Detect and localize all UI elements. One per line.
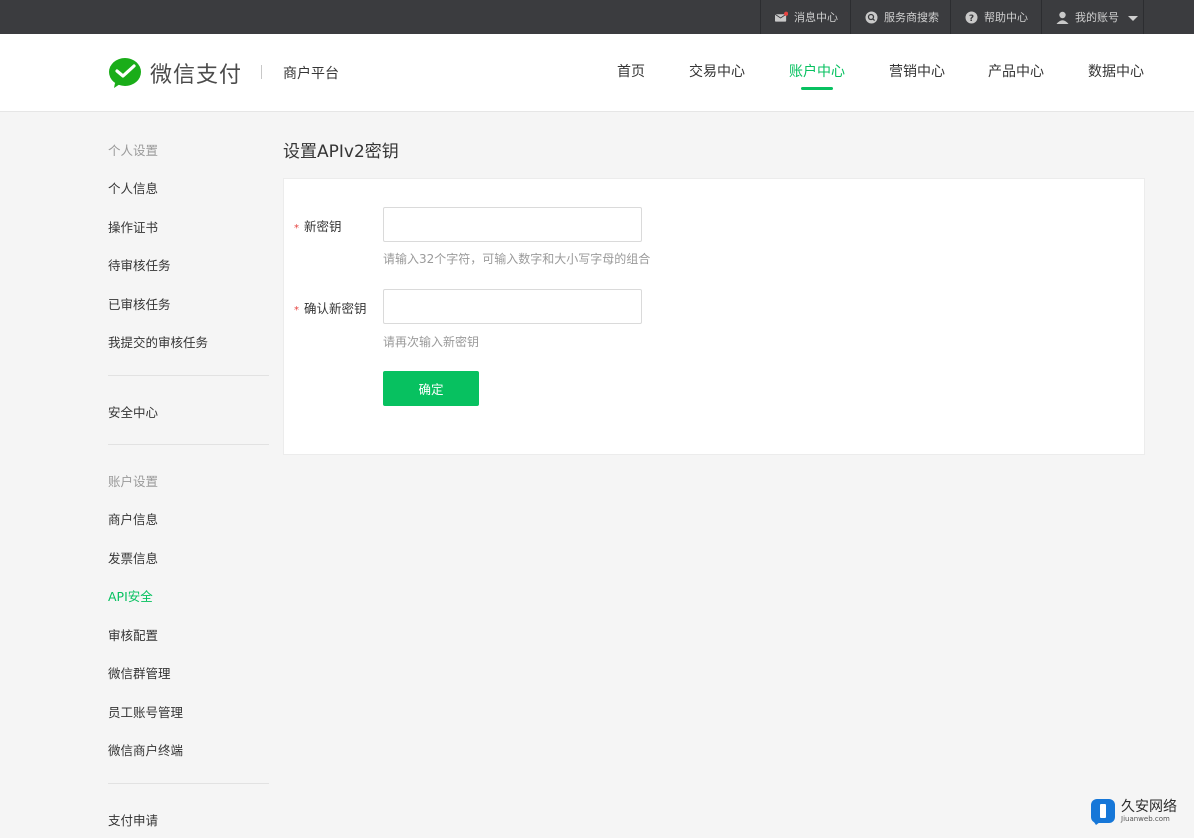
new-key-hint: 请输入32个字符，可输入数字和大小写字母的组合 <box>383 252 651 266</box>
confirm-key-label-text: 确认新密钥 <box>304 301 367 316</box>
sidebar-item-merchant-info[interactable]: 商户信息 <box>108 509 158 528</box>
nav-home[interactable]: 首页 <box>617 61 645 81</box>
account-label: 我的账号 <box>1075 11 1119 24</box>
watermark: 久安网络 Jiuanweb.com <box>1090 798 1177 826</box>
provider-search-link[interactable]: 服务商搜索 <box>850 0 950 34</box>
svg-text:?: ? <box>969 14 974 24</box>
page-title: 设置APIv2密钥 <box>283 142 399 162</box>
sidebar-item-review-config[interactable]: 审核配置 <box>108 625 158 644</box>
nav-products[interactable]: 产品中心 <box>988 61 1044 81</box>
nav-data[interactable]: 数据中心 <box>1088 61 1144 81</box>
wechat-pay-logo[interactable]: 微信支付 <box>108 57 242 89</box>
watermark-text: 久安网络 <box>1121 799 1177 815</box>
sidebar-item-wechat-group[interactable]: 微信群管理 <box>108 663 171 682</box>
user-icon <box>1056 11 1069 24</box>
sidebar-item-merchant-terminal[interactable]: 微信商户终端 <box>108 740 183 759</box>
mail-icon <box>775 11 788 22</box>
sidebar-item-security-center[interactable]: 安全中心 <box>108 402 158 421</box>
logo-divider <box>261 65 262 79</box>
new-key-input[interactable] <box>383 207 642 242</box>
new-key-label: * 新密钥 <box>294 216 342 235</box>
sidebar-item-payment-apply[interactable]: 支付申请 <box>108 810 158 829</box>
required-mark: * <box>294 305 299 316</box>
messages-label: 消息中心 <box>794 11 838 24</box>
sidebar-item-pending-tasks[interactable]: 待审核任务 <box>108 255 171 274</box>
confirm-button[interactable]: 确定 <box>383 371 479 406</box>
account-menu[interactable]: 我的账号 <box>1041 0 1144 34</box>
nav-marketing[interactable]: 营销中心 <box>889 61 945 81</box>
sidebar-item-reviewed-tasks[interactable]: 已审核任务 <box>108 294 171 313</box>
wechat-pay-logo-icon <box>109 58 141 88</box>
watermark-logo-icon <box>1091 799 1115 825</box>
confirm-key-input[interactable] <box>383 289 642 324</box>
watermark-subtext: Jiuanweb.com <box>1121 815 1170 823</box>
required-mark: * <box>294 223 299 234</box>
logo-text: 微信支付 <box>150 63 243 88</box>
search-icon <box>865 11 878 23</box>
platform-name: 商户平台 <box>283 66 339 82</box>
confirm-key-label: * 确认新密钥 <box>294 298 367 317</box>
top-utility-bar: 消息中心 服务商搜索 ? 帮助中心 我的账号 <box>0 0 1194 34</box>
sidebar-item-staff-accounts[interactable]: 员工账号管理 <box>108 702 183 721</box>
sidebar-heading-account: 账户设置 <box>108 474 159 489</box>
chevron-down-icon <box>1128 15 1138 21</box>
sidebar-divider <box>108 444 269 445</box>
help-link[interactable]: ? 帮助中心 <box>950 0 1041 34</box>
messages-link[interactable]: 消息中心 <box>760 0 850 34</box>
main-header: 微信支付 商户平台 首页 交易中心 账户中心 营销中心 产品中心 数据中心 <box>0 34 1194 112</box>
sidebar-item-invoice-info[interactable]: 发票信息 <box>108 548 158 567</box>
sidebar-item-certificate[interactable]: 操作证书 <box>108 217 158 236</box>
confirm-key-hint: 请再次输入新密钥 <box>383 335 480 349</box>
new-key-label-text: 新密钥 <box>304 219 342 234</box>
sidebar-item-api-security[interactable]: API安全 <box>108 586 153 605</box>
help-label: 帮助中心 <box>984 11 1028 24</box>
nav-account[interactable]: 账户中心 <box>789 61 845 81</box>
sidebar-item-submitted-tasks[interactable]: 我提交的审核任务 <box>108 332 208 351</box>
sidebar-divider <box>108 375 269 376</box>
nav-transactions[interactable]: 交易中心 <box>689 61 745 81</box>
active-nav-indicator <box>801 87 833 90</box>
help-icon: ? <box>965 11 978 24</box>
sidebar-heading-personal: 个人设置 <box>108 143 159 158</box>
sidebar-item-personal-info[interactable]: 个人信息 <box>108 178 158 197</box>
sidebar-divider <box>108 783 269 784</box>
provider-search-label: 服务商搜索 <box>884 11 939 24</box>
